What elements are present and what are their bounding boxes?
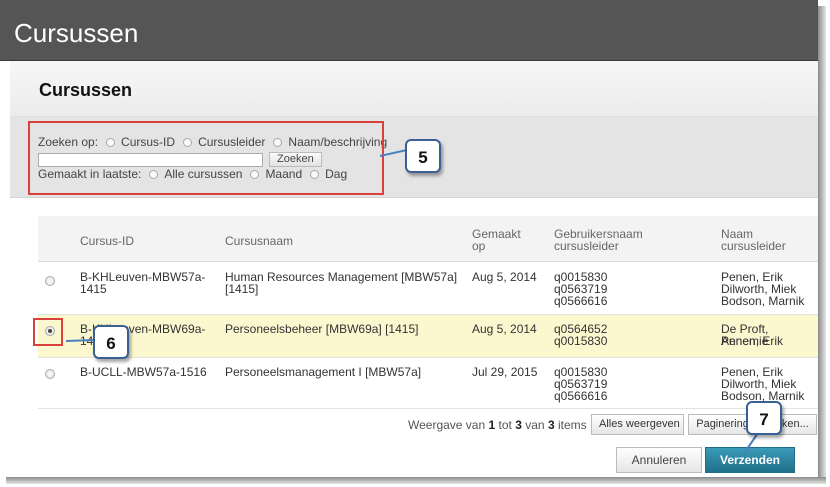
- callout-5: 5: [405, 139, 441, 173]
- callout-7: 7: [746, 401, 782, 435]
- callout-6: 6: [93, 325, 129, 359]
- arrow-5: [379, 149, 408, 157]
- arrow-6: [65, 339, 96, 342]
- annotation-arrows: [65, 149, 761, 453]
